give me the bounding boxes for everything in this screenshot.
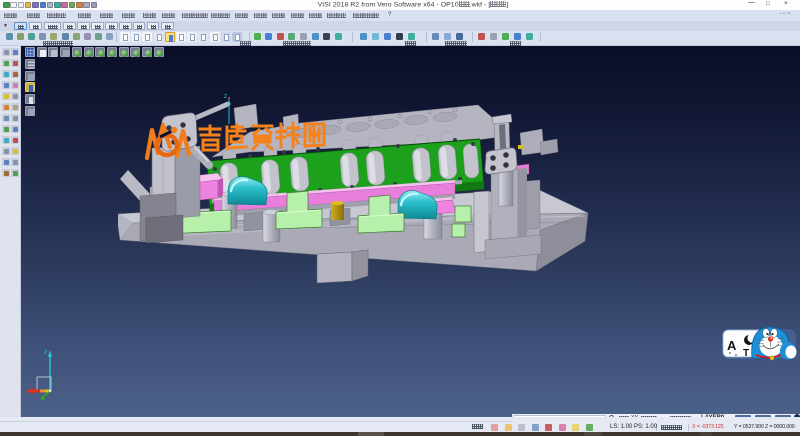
svg-text:z: z [224, 94, 227, 100]
svg-text:A: A [727, 338, 737, 353]
svg-text:z: z [44, 349, 47, 356]
svg-text:T: T [743, 348, 749, 359]
